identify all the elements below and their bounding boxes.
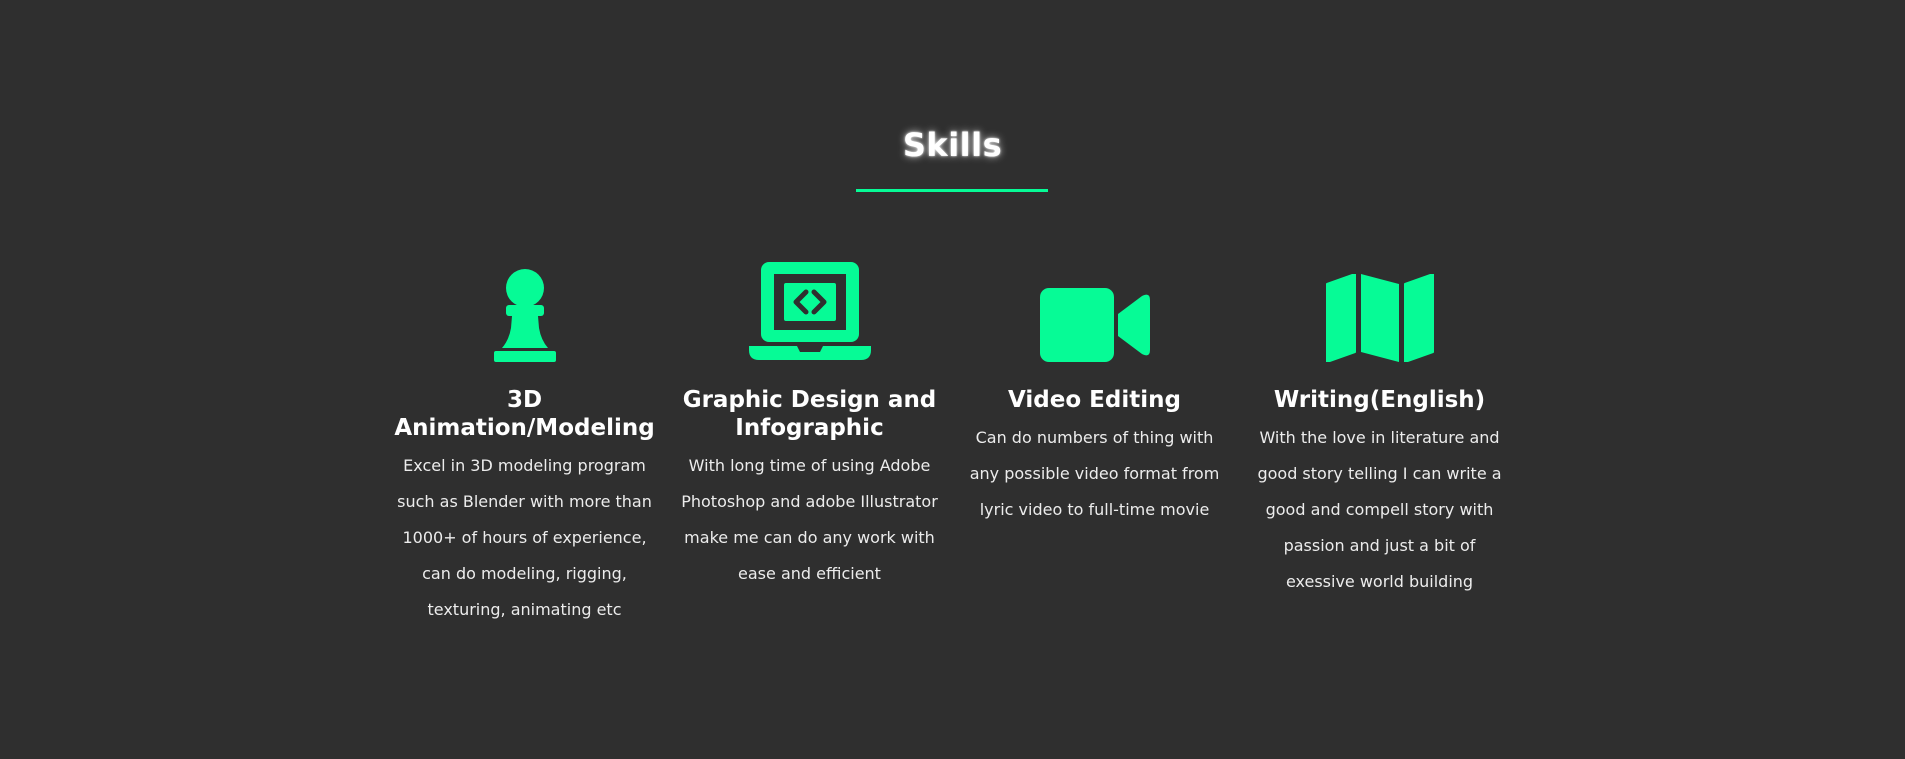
skill-title: Video Editing — [1008, 387, 1181, 413]
skill-card-3d-animation: 3D Animation/Modeling Excel in 3D modeli… — [382, 262, 667, 642]
skill-title: 3D Animation/Modeling — [394, 387, 655, 441]
skills-section: Skills 3D Animation/Modeling Excel in 3D… — [0, 0, 1905, 759]
chess-pawn-icon — [382, 262, 667, 362]
skill-title: Graphic Design and Infographic — [682, 387, 937, 441]
skill-title: Writing(English) — [1273, 387, 1486, 413]
title-underline — [856, 189, 1048, 192]
map-icon — [1237, 262, 1522, 362]
skill-card-writing: Writing(English) With the love in litera… — [1237, 262, 1522, 642]
skill-description: With long time of using Adobe Photoshop … — [681, 456, 938, 583]
skill-description: With the love in literature and good sto… — [1257, 428, 1502, 591]
laptop-code-icon — [667, 262, 952, 362]
skill-card-video-editing: Video Editing Can do numbers of thing wi… — [952, 262, 1237, 642]
skills-grid: 3D Animation/Modeling Excel in 3D modeli… — [382, 262, 1522, 642]
skill-description: Can do numbers of thing with any possibl… — [969, 428, 1220, 519]
section-title: Skills — [902, 126, 1003, 164]
skill-description: Excel in 3D modeling program such as Ble… — [397, 456, 652, 619]
video-camera-icon — [952, 262, 1237, 362]
skill-card-graphic-design: Graphic Design and Infographic With long… — [667, 262, 952, 642]
